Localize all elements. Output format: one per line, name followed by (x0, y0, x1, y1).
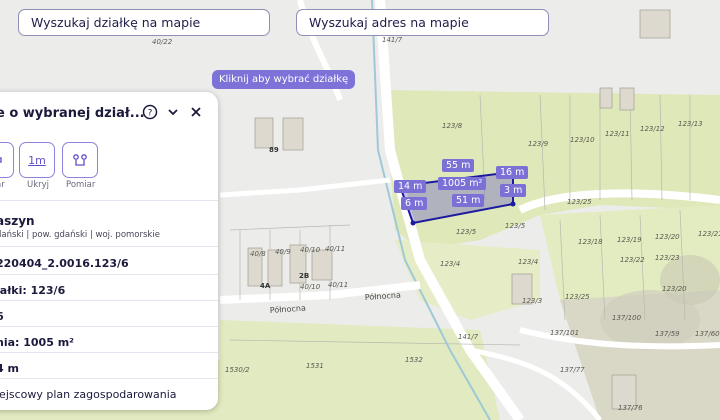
help-icon[interactable]: ? (141, 103, 159, 121)
svg-text:123/25: 123/25 (567, 198, 592, 206)
svg-text:123/22: 123/22 (620, 256, 645, 264)
svg-text:123/23: 123/23 (655, 254, 680, 262)
svg-text:123/4: 123/4 (518, 258, 538, 266)
measure-top-label: 55 m (442, 159, 475, 172)
svg-text:123/13: 123/13 (678, 120, 703, 128)
svg-text:137/59: 137/59 (655, 330, 680, 338)
svg-text:40/9: 40/9 (275, 248, 291, 256)
svg-text:137/101: 137/101 (550, 329, 579, 337)
close-icon[interactable] (187, 103, 205, 121)
measure-points-icon (73, 154, 87, 166)
parcel-field-7: 4 m (0, 362, 19, 375)
svg-text:40/8: 40/8 (250, 250, 266, 258)
svg-text:123/3: 123/3 (522, 297, 542, 305)
hide-dimensions-icon: 1m (28, 153, 46, 167)
svg-text:1531: 1531 (306, 362, 324, 370)
measure-bottom-label: 51 m (452, 194, 485, 207)
measure-left-outer-label: 14 m (394, 180, 427, 193)
svg-text:137/76: 137/76 (618, 404, 643, 412)
svg-text:40/10: 40/10 (300, 283, 321, 291)
measure-label: Pomiar (66, 180, 96, 190)
svg-text:123/10: 123/10 (570, 136, 595, 144)
svg-text:123/9: 123/9 (528, 140, 549, 148)
svg-text:123/20: 123/20 (662, 285, 687, 293)
svg-text:40/10: 40/10 (300, 246, 321, 254)
measure-right-bottom-label: 3 m (500, 184, 527, 197)
svg-text:141/7: 141/7 (458, 333, 479, 341)
svg-text:89: 89 (269, 146, 279, 154)
svg-text:123/20: 123/20 (655, 233, 680, 241)
measure-left-inner-label: 6 m (401, 197, 428, 210)
svg-text:123/4: 123/4 (440, 260, 460, 268)
parcel-info-panel: e o wybranej dział... ? ar 1m Ukryj Pomi… (0, 92, 218, 410)
svg-text:40/11: 40/11 (328, 281, 348, 289)
parcel-area: nia: 1005 m² (0, 336, 74, 349)
svg-text:137/77: 137/77 (560, 366, 585, 374)
hide-dimensions-label: Ukryj (27, 180, 50, 190)
panel-title: e o wybranej dział... (0, 106, 145, 121)
svg-text:123/25: 123/25 (565, 293, 590, 301)
admin-units: dański | pow. gdański | woj. pomorskie (0, 230, 160, 240)
svg-text:137/100: 137/100 (612, 314, 642, 322)
svg-text:137/60: 137/60 (695, 330, 720, 338)
ruler-tool-button[interactable] (0, 142, 14, 178)
svg-text:123/5: 123/5 (505, 222, 526, 230)
svg-text:40/22: 40/22 (152, 38, 173, 46)
svg-text:40/11: 40/11 (325, 245, 345, 253)
zoning-plan[interactable]: iejscowy plan zagospodarowania (0, 388, 177, 401)
parcel-number: iałki: 123/6 (0, 284, 66, 297)
measure-area-label: 1005 m² (438, 177, 487, 190)
svg-text:123/21: 123/21 (698, 230, 720, 238)
svg-text:1530/2: 1530/2 (225, 366, 250, 374)
svg-text:141/7: 141/7 (382, 36, 403, 44)
parcel-field-5: 6 (0, 310, 4, 323)
hide-dimensions-button[interactable]: 1m (19, 142, 55, 178)
parcel-search-input[interactable]: Wyszukaj działkę na mapie (18, 9, 270, 36)
svg-text:123/5: 123/5 (456, 228, 477, 236)
svg-text:123/19: 123/19 (617, 236, 642, 244)
chevron-down-icon[interactable] (164, 103, 182, 121)
parcel-id: 220404_2.0016.123/6 (0, 257, 129, 270)
measure-button[interactable] (62, 142, 98, 178)
svg-text:?: ? (148, 109, 153, 119)
svg-text:4A: 4A (260, 282, 271, 290)
svg-text:123/11: 123/11 (605, 130, 630, 138)
measure-right-top-label: 16 m (496, 166, 529, 179)
select-parcel-hint: Kliknij aby wybrać działkę (212, 70, 356, 89)
svg-text:1532: 1532 (405, 356, 423, 364)
ruler-tool-label: ar (0, 180, 5, 190)
address-search-input[interactable]: Wyszukaj adres na mapie (296, 9, 549, 36)
svg-text:123/18: 123/18 (578, 238, 603, 246)
svg-text:123/8: 123/8 (442, 122, 463, 130)
locality-name: aszyn (0, 214, 35, 228)
svg-text:2B: 2B (299, 272, 309, 280)
svg-text:123/12: 123/12 (640, 125, 665, 133)
